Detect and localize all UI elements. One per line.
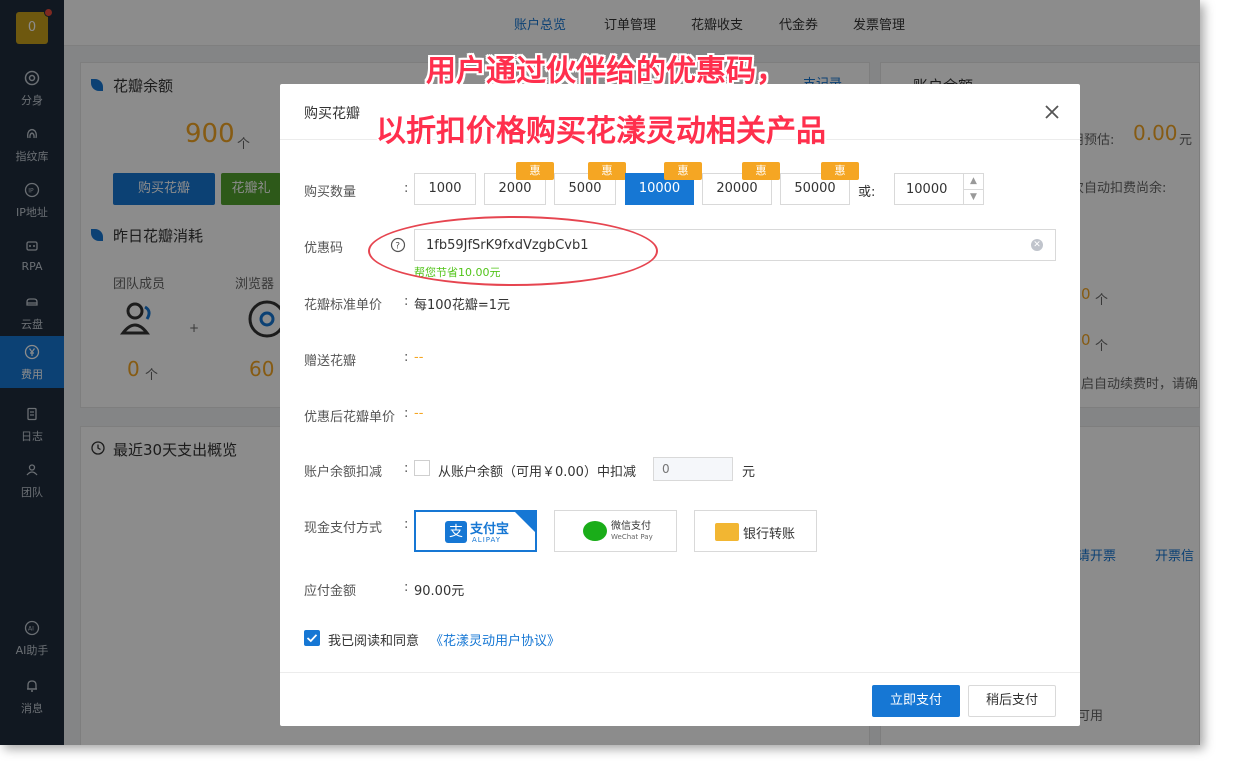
discount-price-label: 优惠后花瓣单价 — [304, 410, 396, 425]
clear-icon[interactable]: ✕ — [1031, 239, 1043, 251]
unit-price-label: 花瓣标准单价 — [304, 298, 383, 313]
close-icon[interactable] — [1040, 100, 1064, 124]
highlight-ellipse — [368, 216, 658, 286]
unit-text: 元 — [742, 465, 756, 480]
unit-price-value: 每100花瓣=1元 — [414, 298, 510, 313]
colon: : — [404, 406, 409, 421]
discount-price-value: -- — [414, 406, 424, 421]
alipay-label: 支付宝 — [470, 522, 510, 537]
gift-value: -- — [414, 350, 424, 365]
balance-deduct-checkbox[interactable] — [414, 460, 430, 476]
colon: : — [404, 517, 409, 532]
agreement-text: 我已阅读和同意 — [328, 634, 420, 649]
wechat-label: 微信支付 — [611, 521, 651, 532]
annotation-line-1: 用户通过伙伴给的优惠码， — [426, 54, 786, 89]
annotation-line-2: 以折扣价格购买花漾灵动相关产品 — [376, 114, 826, 149]
dialog-title: 购买花瓣 — [304, 106, 360, 122]
agreement-link[interactable]: 《花漾灵动用户协议》 — [430, 630, 560, 649]
discount-badge: 惠 — [588, 162, 626, 180]
selected-check-icon — [514, 511, 536, 533]
quantity-input[interactable] — [895, 174, 963, 204]
quantity-stepper[interactable]: ▲ ▼ — [894, 173, 984, 205]
chevron-down-icon[interactable]: ▼ — [963, 189, 983, 204]
payment-option-bank-transfer[interactable]: 银行转账 — [694, 510, 817, 552]
agreement-checkbox[interactable] — [304, 630, 320, 646]
cash-payment-label: 现金支付方式 — [304, 521, 383, 536]
quantity-option-1000[interactable]: 1000 — [414, 173, 476, 205]
balance-deduct-label: 账户余额扣减 — [304, 465, 383, 480]
coupon-label: 优惠码 — [304, 241, 344, 256]
gift-label: 赠送花瓣 — [304, 354, 357, 369]
discount-badge: 惠 — [821, 162, 859, 180]
balance-deduct-text: 从账户余额（可用￥0.00）中扣减 — [438, 465, 636, 480]
payment-option-alipay[interactable]: 支 支付宝 ALIPAY — [414, 510, 537, 552]
or-text: 或: — [858, 185, 876, 200]
wechat-sublabel: WeChat Pay — [611, 533, 653, 541]
colon: : — [404, 580, 409, 595]
payment-option-wechat[interactable]: 微信支付 WeChat Pay — [554, 510, 677, 552]
discount-badge: 惠 — [664, 162, 702, 180]
bank-transfer-label: 银行转账 — [743, 527, 796, 542]
buy-petals-dialog: 购买花瓣 购买数量 : 1000 2000 惠 5000 惠 10000 惠 2… — [280, 84, 1080, 726]
colon: : — [404, 294, 409, 309]
app-window: 0 分身 指纹库 IP IP地址 RPA 云盘 费用 日志 团队 AI AI助手… — [0, 0, 1200, 745]
balance-deduct-input[interactable] — [654, 458, 732, 480]
bank-card-icon — [715, 523, 739, 541]
pay-later-button[interactable]: 稍后支付 — [968, 685, 1056, 717]
balance-deduct-field[interactable] — [653, 457, 733, 481]
alipay-icon: 支 — [445, 521, 467, 543]
colon: : — [404, 350, 409, 365]
chevron-up-icon[interactable]: ▲ — [963, 174, 983, 189]
amount-label: 应付金额 — [304, 584, 357, 599]
discount-badge: 惠 — [742, 162, 780, 180]
dialog-footer: 立即支付 稍后支付 — [280, 672, 1080, 726]
amount-value: 90.00元 — [414, 584, 465, 599]
discount-badge: 惠 — [516, 162, 554, 180]
wechat-icon — [583, 521, 607, 541]
colon: : — [404, 461, 409, 476]
pay-now-button[interactable]: 立即支付 — [872, 685, 960, 717]
alipay-sublabel: ALIPAY — [472, 536, 502, 544]
colon: : — [404, 181, 409, 196]
quantity-label: 购买数量 — [304, 185, 357, 200]
